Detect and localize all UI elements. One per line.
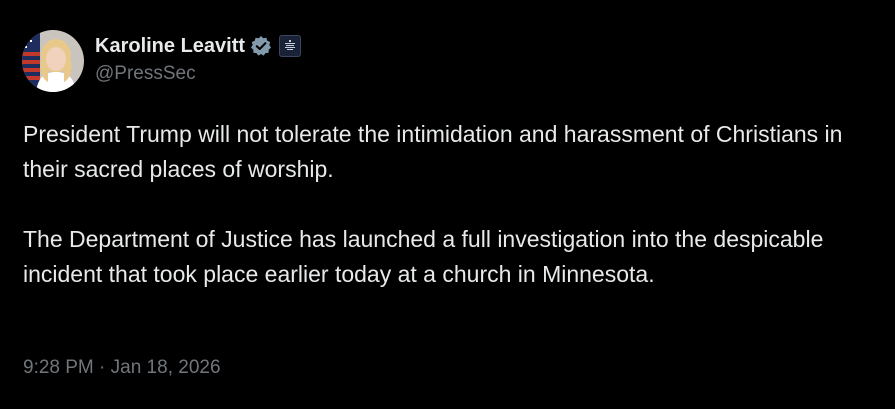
- author-avatar[interactable]: [22, 30, 84, 92]
- author-name[interactable]: Karoline Leavitt: [95, 35, 245, 58]
- tweet-header: Karoline Leavitt @PressSec: [22, 30, 302, 92]
- tweet-paragraph: The Department of Justice has launched a…: [23, 226, 824, 287]
- verified-badge-icon[interactable]: [250, 35, 272, 57]
- white-house-affiliate-icon[interactable]: [279, 35, 302, 57]
- author-identity: Karoline Leavitt @PressSec: [95, 30, 302, 85]
- tweet-timestamp[interactable]: 9:28 PM · Jan 18, 2026: [23, 357, 221, 379]
- name-row: Karoline Leavitt: [95, 32, 302, 60]
- avatar-image: [22, 30, 84, 92]
- tweet-card: Karoline Leavitt @PressSec President Tru…: [0, 0, 895, 409]
- author-handle[interactable]: @PressSec: [95, 63, 301, 85]
- tweet-body: President Trump will not tolerate the in…: [23, 117, 873, 292]
- tweet-paragraph: President Trump will not tolerate the in…: [23, 121, 843, 182]
